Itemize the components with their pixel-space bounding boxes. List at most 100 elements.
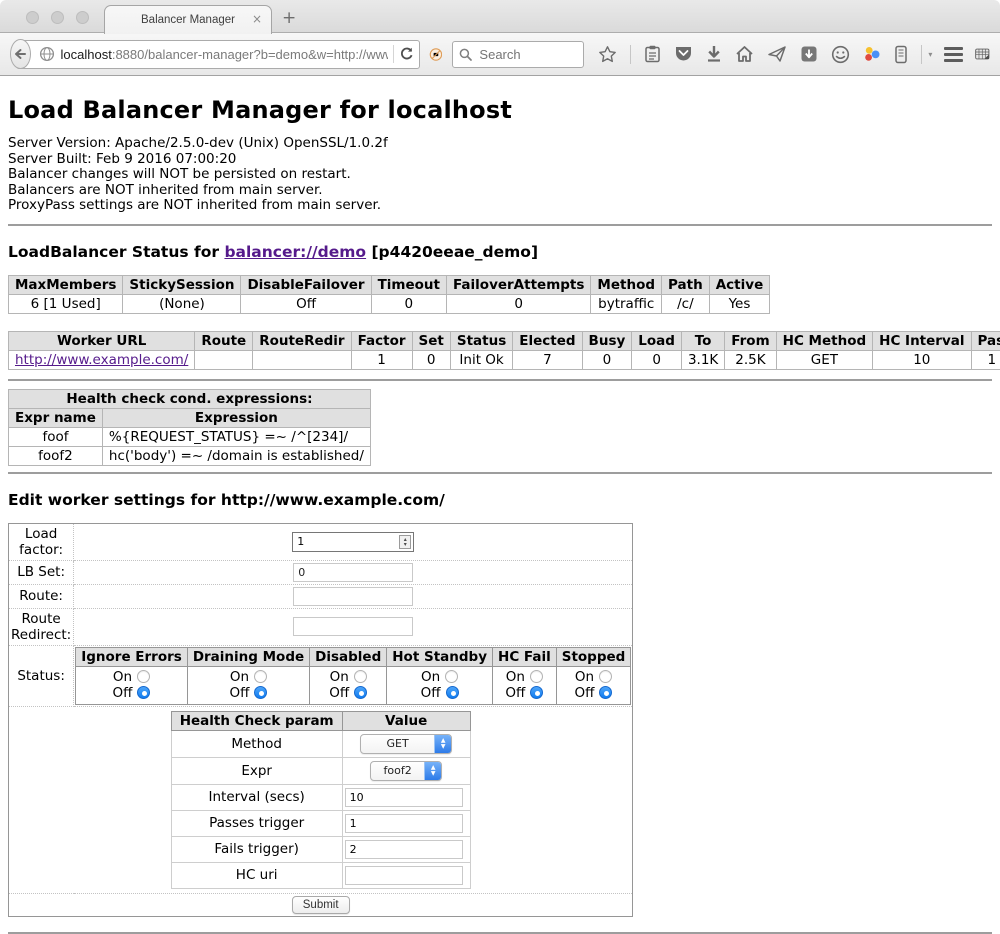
window-zoom-button[interactable] bbox=[76, 11, 89, 24]
worker-url-link[interactable]: http://www.example.com/ bbox=[15, 352, 188, 368]
smiley-icon[interactable] bbox=[831, 45, 850, 64]
lb-set-input[interactable] bbox=[293, 563, 413, 582]
cell-hc-interval: 10 bbox=[873, 350, 971, 369]
hc-fail-on-radio[interactable] bbox=[530, 670, 543, 683]
bookmark-star-icon[interactable] bbox=[598, 45, 617, 64]
reload-icon[interactable] bbox=[399, 46, 415, 62]
balancer-demo-link[interactable]: balancer://demo bbox=[224, 243, 366, 261]
draining-mode-off-radio[interactable] bbox=[254, 686, 267, 699]
fails-trigger-label: Fails trigger) bbox=[171, 836, 342, 862]
status-column-header: Stopped bbox=[556, 647, 631, 666]
device-icon[interactable] bbox=[894, 45, 908, 64]
back-icon bbox=[12, 46, 28, 62]
column-header: Value bbox=[342, 711, 470, 730]
cell-to: 3.1K bbox=[681, 350, 724, 369]
column-header: Status bbox=[450, 331, 512, 350]
blocked-plugin-icon[interactable] bbox=[429, 44, 443, 65]
column-header: MaxMembers bbox=[9, 275, 123, 294]
hc-param-row: Interval (secs) bbox=[171, 784, 470, 810]
pocket-icon[interactable] bbox=[674, 45, 693, 63]
cell-expression: %{REQUEST_STATUS} =~ /^[234]/ bbox=[102, 427, 370, 446]
hc-fail-off-radio[interactable] bbox=[530, 686, 543, 699]
caret-down-icon[interactable]: ▾ bbox=[928, 50, 932, 59]
column-header: Expr name bbox=[9, 408, 103, 427]
cell-expr-name: foof bbox=[9, 427, 103, 446]
form-row-route: Route: bbox=[9, 584, 633, 608]
worker-settings-table: Load factor: 1 LB Set: Route: Route Redi… bbox=[8, 523, 633, 917]
radio-on-label: On bbox=[113, 669, 132, 685]
grid-icon[interactable] bbox=[975, 45, 990, 63]
status-stopped-cell: On Off bbox=[556, 666, 631, 704]
menu-icon[interactable] bbox=[944, 47, 963, 62]
url-text: localhost:8880/balancer-manager?b=demo&w… bbox=[61, 47, 388, 62]
server-version-line: Server Version: Apache/2.5.0-dev (Unix) … bbox=[8, 136, 992, 152]
fails-trigger-input[interactable] bbox=[345, 840, 463, 859]
notice-line: ProxyPass settings are NOT inherited fro… bbox=[8, 198, 992, 214]
method-select-value: GET bbox=[361, 737, 434, 750]
radio-off-label: Off bbox=[230, 685, 250, 701]
column-header: StickySession bbox=[123, 275, 241, 294]
divider bbox=[8, 224, 992, 226]
url-bar[interactable]: localhost:8880/balancer-manager?b=demo&w… bbox=[16, 40, 420, 69]
balancer-status-table: MaxMembers StickySession DisableFailover… bbox=[8, 275, 770, 314]
new-tab-button[interactable]: + bbox=[282, 5, 296, 31]
home-icon[interactable] bbox=[735, 45, 754, 63]
window-minimize-button[interactable] bbox=[51, 11, 64, 24]
search-input[interactable] bbox=[477, 46, 577, 63]
back-button[interactable] bbox=[10, 39, 31, 69]
form-row-load-factor: Load factor: 1 bbox=[9, 523, 633, 560]
disabled-on-radio[interactable] bbox=[354, 670, 367, 683]
radio-off-label: Off bbox=[329, 685, 349, 701]
number-stepper-icon[interactable] bbox=[399, 535, 411, 549]
expr-label: Expr bbox=[171, 757, 342, 784]
form-row-hc-params: Health Check param Value Method GET bbox=[9, 706, 633, 893]
column-header: FailoverAttempts bbox=[447, 275, 591, 294]
expr-select[interactable]: foof2 bbox=[370, 761, 442, 781]
hc-uri-input[interactable] bbox=[345, 866, 463, 885]
window-controls bbox=[26, 11, 89, 24]
tab-title: Balancer Manager bbox=[141, 14, 235, 26]
passes-trigger-input[interactable] bbox=[345, 814, 463, 833]
radio-off-label: Off bbox=[505, 685, 525, 701]
load-factor-input[interactable]: 1 bbox=[292, 532, 414, 552]
table-row: 6 [1 Used] (None) Off 0 0 bytraffic /c/ … bbox=[9, 294, 770, 313]
box-arrow-icon[interactable] bbox=[800, 45, 818, 63]
column-header: Elected bbox=[513, 331, 582, 350]
disabled-off-radio[interactable] bbox=[354, 686, 367, 699]
lb-status-heading: LoadBalancer Status for balancer://demo … bbox=[8, 243, 992, 261]
cell-elected: 7 bbox=[513, 350, 582, 369]
search-icon bbox=[459, 48, 472, 61]
form-row-submit: Submit bbox=[9, 893, 633, 916]
hot-standby-on-radio[interactable] bbox=[445, 670, 458, 683]
draining-mode-on-radio[interactable] bbox=[254, 670, 267, 683]
interval-input[interactable] bbox=[345, 788, 463, 807]
stopped-on-radio[interactable] bbox=[599, 670, 612, 683]
ignore-errors-off-radio[interactable] bbox=[137, 686, 150, 699]
ignore-errors-on-radio[interactable] bbox=[137, 670, 150, 683]
expr-row: foof %{REQUEST_STATUS} =~ /^[234]/ bbox=[9, 427, 371, 446]
lb-status-suffix: [p4420eeae_demo] bbox=[366, 243, 538, 261]
column-header: DisableFailover bbox=[241, 275, 371, 294]
window-close-button[interactable] bbox=[26, 11, 39, 24]
send-plane-icon[interactable] bbox=[767, 45, 787, 63]
bookmarks-clipboard-icon[interactable] bbox=[644, 45, 661, 63]
column-header: HC Method bbox=[776, 331, 873, 350]
download-icon[interactable] bbox=[706, 45, 722, 63]
radio-off-label: Off bbox=[575, 685, 595, 701]
hot-standby-off-radio[interactable] bbox=[446, 686, 459, 699]
route-input[interactable] bbox=[293, 587, 413, 606]
tab-balancer-manager[interactable]: Balancer Manager × bbox=[104, 5, 272, 34]
colored-dots-icon[interactable] bbox=[863, 45, 881, 63]
route-redirect-input[interactable] bbox=[293, 617, 413, 636]
method-select[interactable]: GET bbox=[360, 734, 452, 754]
cell-active: Yes bbox=[709, 294, 770, 313]
stopped-off-radio[interactable] bbox=[599, 686, 612, 699]
submit-button[interactable]: Submit bbox=[292, 896, 350, 914]
search-bar[interactable] bbox=[452, 41, 584, 68]
tab-close-icon[interactable]: × bbox=[252, 12, 262, 26]
cell-hc-method: GET bbox=[776, 350, 873, 369]
load-factor-label: Load factor: bbox=[9, 523, 74, 560]
form-row-lb-set: LB Set: bbox=[9, 560, 633, 584]
hc-uri-label: HC uri bbox=[171, 862, 342, 888]
radio-on-label: On bbox=[421, 669, 440, 685]
